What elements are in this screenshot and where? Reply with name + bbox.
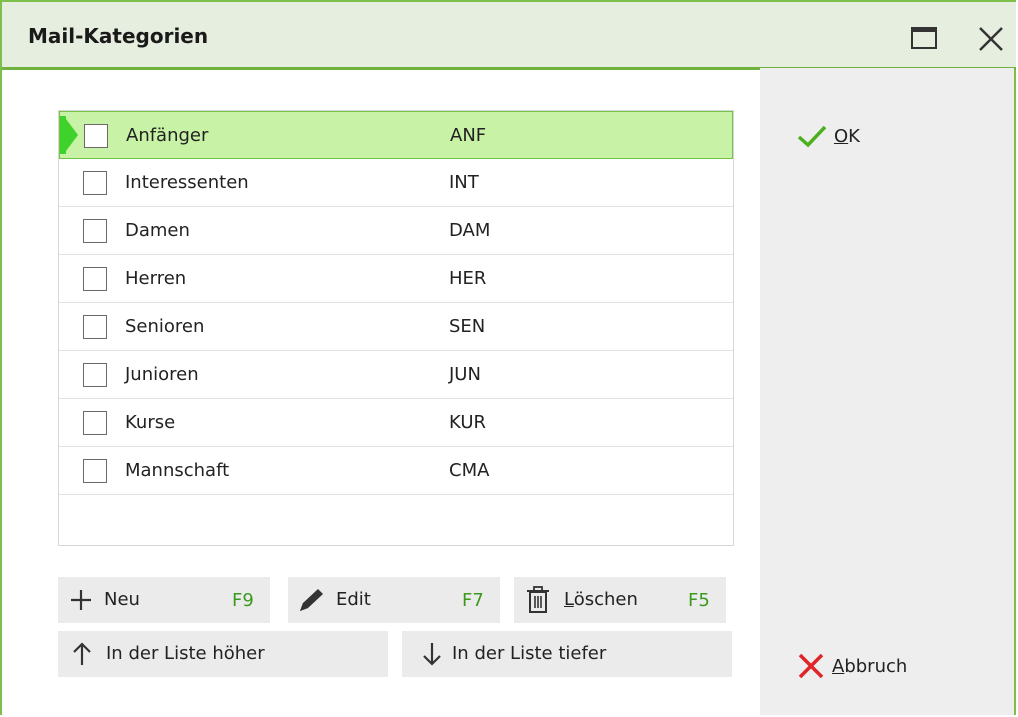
move-up-label: In der Liste höher [106,643,265,664]
ok-accel: O [834,125,849,147]
edit-shortcut: F7 [462,590,484,611]
category-checkbox[interactable] [84,124,108,148]
list-item[interactable]: Anfänger ANF [59,111,733,159]
list-item[interactable]: Herren HER [59,255,733,303]
delete-accel: L [564,589,574,610]
title-bar: Mail-Kategorien [2,2,1016,70]
category-code: HER [449,268,487,289]
move-down-label: In der Liste tiefer [452,643,607,664]
dialog-title: Mail-Kategorien [28,24,209,48]
delete-label-rest: öschen [573,589,638,610]
plus-icon [71,590,91,610]
x-icon [798,653,824,679]
ok-button[interactable]: OK [796,120,860,152]
delete-button-label: Löschen [564,589,638,610]
category-checkbox[interactable] [83,315,107,339]
category-checkbox[interactable] [83,219,107,243]
ok-label: OK [834,126,860,147]
category-code: CMA [449,460,490,481]
cancel-label: Abbruch [832,656,907,677]
arrow-up-icon [73,642,91,665]
cancel-button[interactable]: Abbruch [796,650,907,682]
selection-marker-arrow [66,119,78,151]
category-name: Kurse [125,412,176,433]
list-item[interactable]: Junioren JUN [59,351,733,399]
list-item[interactable]: Interessenten INT [59,159,733,207]
delete-shortcut: F5 [688,590,710,611]
category-checkbox[interactable] [83,171,107,195]
edit-button-label: Edit [336,589,371,610]
category-name: Interessenten [125,172,249,193]
category-name: Herren [125,268,187,289]
maximize-button[interactable] [910,24,940,54]
maximize-icon [911,27,937,49]
list-item[interactable]: Damen DAM [59,207,733,255]
pencil-icon [300,589,323,611]
arrow-down-icon [423,643,441,666]
ok-label-rest: K [848,125,860,147]
close-icon [979,27,1003,51]
category-code: ANF [450,125,487,146]
category-name: Damen [125,220,190,241]
check-icon [797,125,827,148]
category-name: Mannschaft [125,460,230,481]
new-shortcut: F9 [232,590,254,611]
category-name: Anfänger [126,125,209,146]
new-button[interactable]: Neu F9 [58,577,270,623]
trash-icon [527,586,549,613]
category-code: SEN [449,316,486,337]
list-item[interactable]: Kurse KUR [59,399,733,447]
cancel-accel: A [832,655,845,677]
cancel-label-rest: bbruch [844,655,908,677]
category-code: JUN [449,364,481,385]
category-code: DAM [449,220,491,241]
close-button[interactable] [976,24,1006,54]
category-checkbox[interactable] [83,363,107,387]
category-name: Senioren [125,316,205,337]
category-checkbox[interactable] [83,411,107,435]
category-list: Anfänger ANF Interessenten INT Damen DAM Herre… [58,110,734,546]
side-panel: OK Abbruch [760,68,1014,715]
move-up-button[interactable]: In der Liste höher [58,631,388,677]
category-checkbox[interactable] [83,459,107,483]
category-code: INT [449,172,479,193]
list-item[interactable]: Senioren SEN [59,303,733,351]
move-down-button[interactable]: In der Liste tiefer [402,631,732,677]
list-item[interactable]: Mannschaft CMA [59,447,733,495]
category-name: Junioren [125,364,199,385]
new-button-label: Neu [104,589,140,610]
edit-button[interactable]: Edit F7 [288,577,500,623]
category-code: KUR [449,412,487,433]
category-checkbox[interactable] [83,267,107,291]
delete-button[interactable]: Löschen F5 [514,577,726,623]
